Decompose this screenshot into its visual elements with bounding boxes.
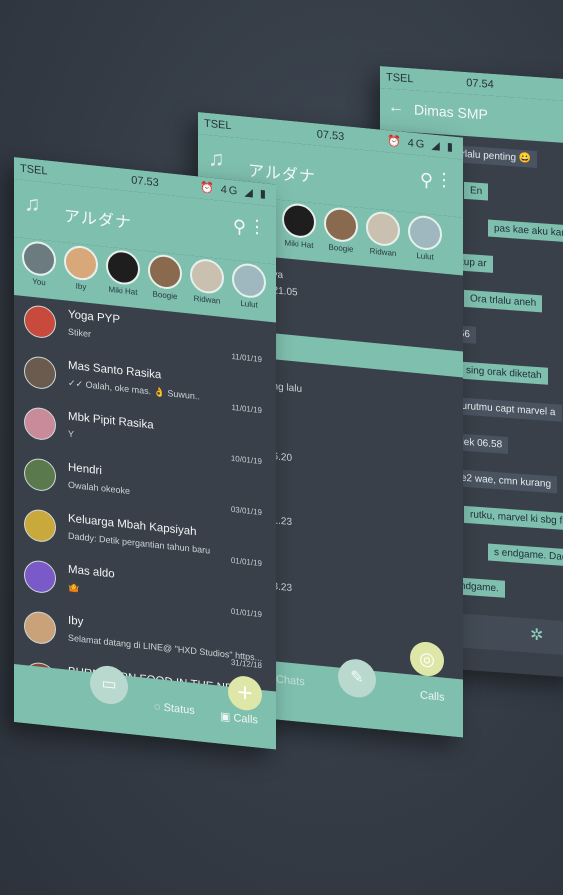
story-item[interactable]: Miki Hat — [282, 202, 316, 250]
story-item[interactable]: You — [22, 239, 56, 289]
app-title: アルダナ — [64, 208, 132, 233]
story-name: Lulut — [416, 251, 434, 262]
chat-date: 31/12/18 — [230, 657, 262, 671]
outgoing-message: rutku, marvel ki sbg fil — [464, 505, 563, 531]
outgoing-message: Ora trlalu aneh — [464, 289, 543, 313]
story-item[interactable]: Iby — [64, 244, 98, 293]
avatar — [24, 304, 56, 340]
avatar — [324, 206, 358, 244]
story-name: Iby — [75, 281, 87, 292]
tab-status[interactable]: ◌ Status — [154, 701, 195, 717]
chat-preview: Stiker — [68, 326, 92, 340]
story-item[interactable]: Lulut — [408, 214, 442, 262]
music-note-icon[interactable]: ♫ — [208, 145, 225, 173]
chat-name: Yoga PYP — [68, 308, 121, 327]
tab-calls[interactable]: Calls — [420, 689, 444, 703]
chat-date: 03/01/19 — [230, 504, 262, 518]
avatar — [24, 610, 56, 646]
avatar — [24, 457, 56, 493]
music-note-icon[interactable]: ♫ — [24, 190, 41, 218]
story-name: Lulut — [240, 298, 258, 310]
chat-date: 01/01/19 — [230, 606, 262, 620]
avatar — [24, 406, 56, 442]
outgoing-message: pas kae aku kan ngmo — [488, 219, 563, 245]
story-name: Miki Hat — [108, 284, 138, 297]
avatar — [22, 239, 56, 278]
status-icons: ⏰ 4G ◢ ▮ — [386, 135, 455, 154]
camera-fab[interactable]: ◎ — [410, 640, 444, 678]
story-name: Ridwan — [369, 246, 397, 259]
compose-fab[interactable]: ✎ — [338, 657, 376, 700]
avatar — [148, 253, 182, 291]
contact-name[interactable]: Dimas SMP — [414, 101, 488, 122]
chat-date: 10/01/19 — [230, 453, 262, 467]
showcase-stage: TSEL 07.54 ← Dimas SMP erlalu penting 😀 E… — [0, 0, 563, 895]
tab-chats[interactable]: Chats — [276, 674, 305, 689]
story-item[interactable]: Lulut — [232, 261, 266, 311]
tab-calls[interactable]: ▣ Calls — [220, 710, 258, 727]
chat-name: Hendri — [68, 461, 102, 478]
outgoing-message: En — [464, 181, 489, 201]
incoming-message: erlalu penting 😀 — [450, 144, 538, 168]
search-icon[interactable]: ⚲ — [420, 169, 433, 191]
chat-date: 11/01/19 — [231, 402, 262, 416]
avatar — [64, 244, 98, 282]
story-item[interactable]: Ridwan — [366, 210, 400, 258]
tab-calls-label: Calls — [233, 712, 258, 727]
story-item[interactable]: Miki Hat — [106, 248, 140, 298]
story-item[interactable]: Ridwan — [190, 257, 224, 306]
incoming-message: nurutmu capt marvel a — [450, 396, 562, 422]
avatar — [24, 508, 56, 544]
story-name: Boogie — [152, 289, 178, 302]
story-name: Miki Hat — [284, 238, 314, 251]
story-name: Boogie — [328, 242, 354, 254]
story-name: You — [32, 276, 46, 288]
story-item[interactable]: Boogie — [148, 253, 182, 302]
main-screen-panel: TSEL 07.53 ⏰ 4G ◢ ▮ ♫ アルダナ ⚲ ⋮ You Iby Mik… — [14, 157, 276, 750]
more-vert-icon[interactable]: ⋮ — [248, 216, 266, 239]
chat-name: Iby — [68, 614, 84, 629]
outgoing-message: s endgame. Dadi film e — [488, 543, 563, 569]
chat-preview: 🤷 — [68, 581, 80, 593]
avatar — [282, 202, 316, 240]
chat-name: Mbk Pipit Rasika — [68, 410, 154, 432]
tab-status-label: Status — [163, 701, 195, 718]
camera-icon[interactable]: ✲ — [530, 624, 543, 645]
avatar — [24, 559, 56, 595]
avatar — [408, 214, 442, 252]
story-item[interactable]: Boogie — [324, 206, 358, 254]
back-arrow-icon[interactable]: ← — [388, 99, 404, 118]
avatar — [106, 248, 140, 287]
chat-preview: Y — [68, 428, 75, 440]
avatar — [366, 210, 400, 248]
avatar — [190, 257, 224, 296]
chat-preview: ✓✓ Oalah, oke mas. 👌 Suwun.. — [68, 377, 200, 402]
search-icon[interactable]: ⚲ — [233, 216, 246, 238]
story-name: Ridwan — [193, 293, 221, 306]
avatar — [24, 355, 56, 391]
chat-date: 11/01/19 — [231, 351, 262, 365]
status-icons: ⏰ 4G ◢ ▮ — [199, 181, 268, 201]
chat-preview: Owalah okeoke — [68, 479, 131, 497]
more-vert-icon[interactable]: ⋮ — [435, 169, 453, 192]
chat-name: Mas aldo — [68, 563, 115, 581]
incoming-message: ke2 wae, cmn kurang — [450, 468, 558, 494]
avatar — [232, 261, 266, 300]
chat-date: 01/01/19 — [230, 555, 262, 569]
